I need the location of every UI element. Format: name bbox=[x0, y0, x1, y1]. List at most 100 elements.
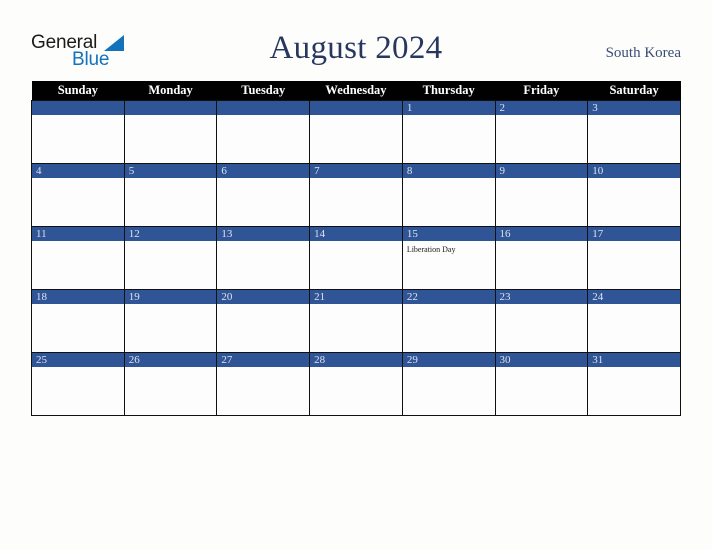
weekday-header-monday: Monday bbox=[124, 81, 217, 101]
calendar-day-cell[interactable]: 29 bbox=[401, 352, 496, 416]
day-cell-content: 9 bbox=[495, 164, 588, 226]
day-cell-content: 19 bbox=[124, 290, 217, 352]
day-cell-content: 17 bbox=[588, 227, 680, 289]
day-number: 8 bbox=[402, 164, 495, 178]
day-events bbox=[217, 241, 309, 244]
event-label: Liberation Day bbox=[406, 245, 456, 254]
calendar-day-cell[interactable] bbox=[31, 100, 125, 164]
calendar-day-cell[interactable] bbox=[309, 100, 403, 164]
calendar-day-cell[interactable]: 3 bbox=[587, 100, 681, 164]
day-cell-content: 3 bbox=[588, 101, 680, 163]
calendar-day-cell[interactable]: 15 Liberation Day bbox=[401, 226, 496, 290]
day-cell-content: 28 bbox=[310, 353, 402, 415]
day-cell-content: 13 bbox=[217, 227, 310, 289]
calendar-day-cell[interactable]: 21 bbox=[309, 289, 403, 353]
day-events bbox=[496, 115, 588, 118]
day-number bbox=[124, 101, 217, 115]
day-cell-content: 24 bbox=[588, 290, 680, 352]
calendar-day-cell[interactable]: 17 bbox=[587, 226, 681, 290]
calendar-day-cell[interactable] bbox=[123, 100, 218, 164]
day-events bbox=[32, 241, 124, 244]
day-events bbox=[125, 178, 217, 181]
day-number: 27 bbox=[217, 353, 310, 367]
calendar-day-cell[interactable]: 4 bbox=[31, 163, 125, 227]
day-cell-content: 15 Liberation Day bbox=[402, 227, 495, 289]
day-events bbox=[125, 241, 217, 244]
day-events bbox=[496, 241, 588, 244]
day-number: 19 bbox=[124, 290, 217, 304]
day-number: 10 bbox=[588, 164, 680, 178]
day-events bbox=[403, 178, 495, 181]
calendar-day-cell[interactable]: 23 bbox=[494, 289, 589, 353]
day-events: Liberation Day bbox=[403, 241, 495, 255]
calendar-day-cell[interactable]: 11 bbox=[31, 226, 125, 290]
day-events bbox=[588, 241, 680, 244]
country-label: South Korea bbox=[605, 45, 681, 61]
calendar-day-cell[interactable]: 31 bbox=[587, 352, 681, 416]
calendar-day-cell[interactable]: 8 bbox=[401, 163, 496, 227]
day-number: 15 bbox=[402, 227, 495, 241]
calendar-page: General Blue August 2024 South Korea Sun… bbox=[0, 0, 712, 550]
calendar-week-row: 11 12 13 14 15 Liberation Day 16 17 bbox=[31, 226, 681, 290]
calendar-day-cell[interactable]: 6 bbox=[216, 163, 311, 227]
day-number: 13 bbox=[217, 227, 310, 241]
day-cell-content: 5 bbox=[124, 164, 217, 226]
day-number: 30 bbox=[495, 353, 588, 367]
calendar-day-cell[interactable]: 24 bbox=[587, 289, 681, 353]
day-number: 7 bbox=[310, 164, 402, 178]
day-events bbox=[125, 304, 217, 307]
calendar-day-cell[interactable]: 30 bbox=[494, 352, 589, 416]
calendar-day-cell[interactable]: 14 bbox=[309, 226, 403, 290]
day-events bbox=[403, 367, 495, 370]
day-events bbox=[32, 367, 124, 370]
calendar-day-cell[interactable]: 22 bbox=[401, 289, 496, 353]
calendar-day-cell[interactable]: 18 bbox=[31, 289, 125, 353]
day-cell-content: 6 bbox=[217, 164, 310, 226]
day-number: 9 bbox=[495, 164, 588, 178]
day-events bbox=[310, 367, 402, 370]
calendar-day-cell[interactable]: 2 bbox=[494, 100, 589, 164]
calendar-day-cell[interactable] bbox=[216, 100, 311, 164]
calendar-day-cell[interactable]: 12 bbox=[123, 226, 218, 290]
weekday-header-thursday: Thursday bbox=[402, 81, 496, 101]
day-number: 26 bbox=[124, 353, 217, 367]
calendar-day-cell[interactable]: 13 bbox=[216, 226, 311, 290]
day-cell-content: 11 bbox=[32, 227, 124, 289]
calendar-day-cell[interactable]: 5 bbox=[123, 163, 218, 227]
day-number: 20 bbox=[217, 290, 310, 304]
calendar-day-cell[interactable]: 16 bbox=[494, 226, 589, 290]
day-cell-content: 4 bbox=[32, 164, 124, 226]
calendar-day-cell[interactable]: 9 bbox=[494, 163, 589, 227]
calendar-week-row: 123 bbox=[31, 100, 681, 164]
weekday-header-wednesday: Wednesday bbox=[309, 81, 403, 101]
day-number: 12 bbox=[124, 227, 217, 241]
calendar-day-cell[interactable]: 28 bbox=[309, 352, 403, 416]
day-cell-content: 10 bbox=[588, 164, 680, 226]
day-number bbox=[32, 101, 124, 115]
calendar-day-cell[interactable]: 27 bbox=[216, 352, 311, 416]
day-number: 31 bbox=[588, 353, 680, 367]
day-number: 5 bbox=[124, 164, 217, 178]
weekday-header-friday: Friday bbox=[495, 81, 588, 101]
calendar-day-cell[interactable]: 7 bbox=[309, 163, 403, 227]
day-cell-content: 12 bbox=[124, 227, 217, 289]
calendar-day-cell[interactable]: 20 bbox=[216, 289, 311, 353]
day-number: 16 bbox=[495, 227, 588, 241]
calendar-day-cell[interactable]: 26 bbox=[123, 352, 218, 416]
day-events bbox=[217, 178, 309, 181]
calendar-day-cell[interactable]: 1 bbox=[401, 100, 496, 164]
day-events bbox=[310, 115, 402, 118]
day-events bbox=[588, 367, 680, 370]
day-events bbox=[32, 115, 124, 118]
day-events bbox=[217, 367, 309, 370]
calendar-table: Sunday Monday Tuesday Wednesday Thursday… bbox=[31, 81, 681, 416]
day-cell-content: 20 bbox=[217, 290, 310, 352]
day-events bbox=[217, 115, 309, 118]
day-number: 1 bbox=[402, 101, 495, 115]
day-cell-content: 7 bbox=[310, 164, 402, 226]
day-number: 11 bbox=[32, 227, 124, 241]
calendar-day-cell[interactable]: 10 bbox=[587, 163, 681, 227]
calendar-day-cell[interactable]: 25 bbox=[31, 352, 125, 416]
day-number: 28 bbox=[310, 353, 402, 367]
calendar-day-cell[interactable]: 19 bbox=[123, 289, 218, 353]
